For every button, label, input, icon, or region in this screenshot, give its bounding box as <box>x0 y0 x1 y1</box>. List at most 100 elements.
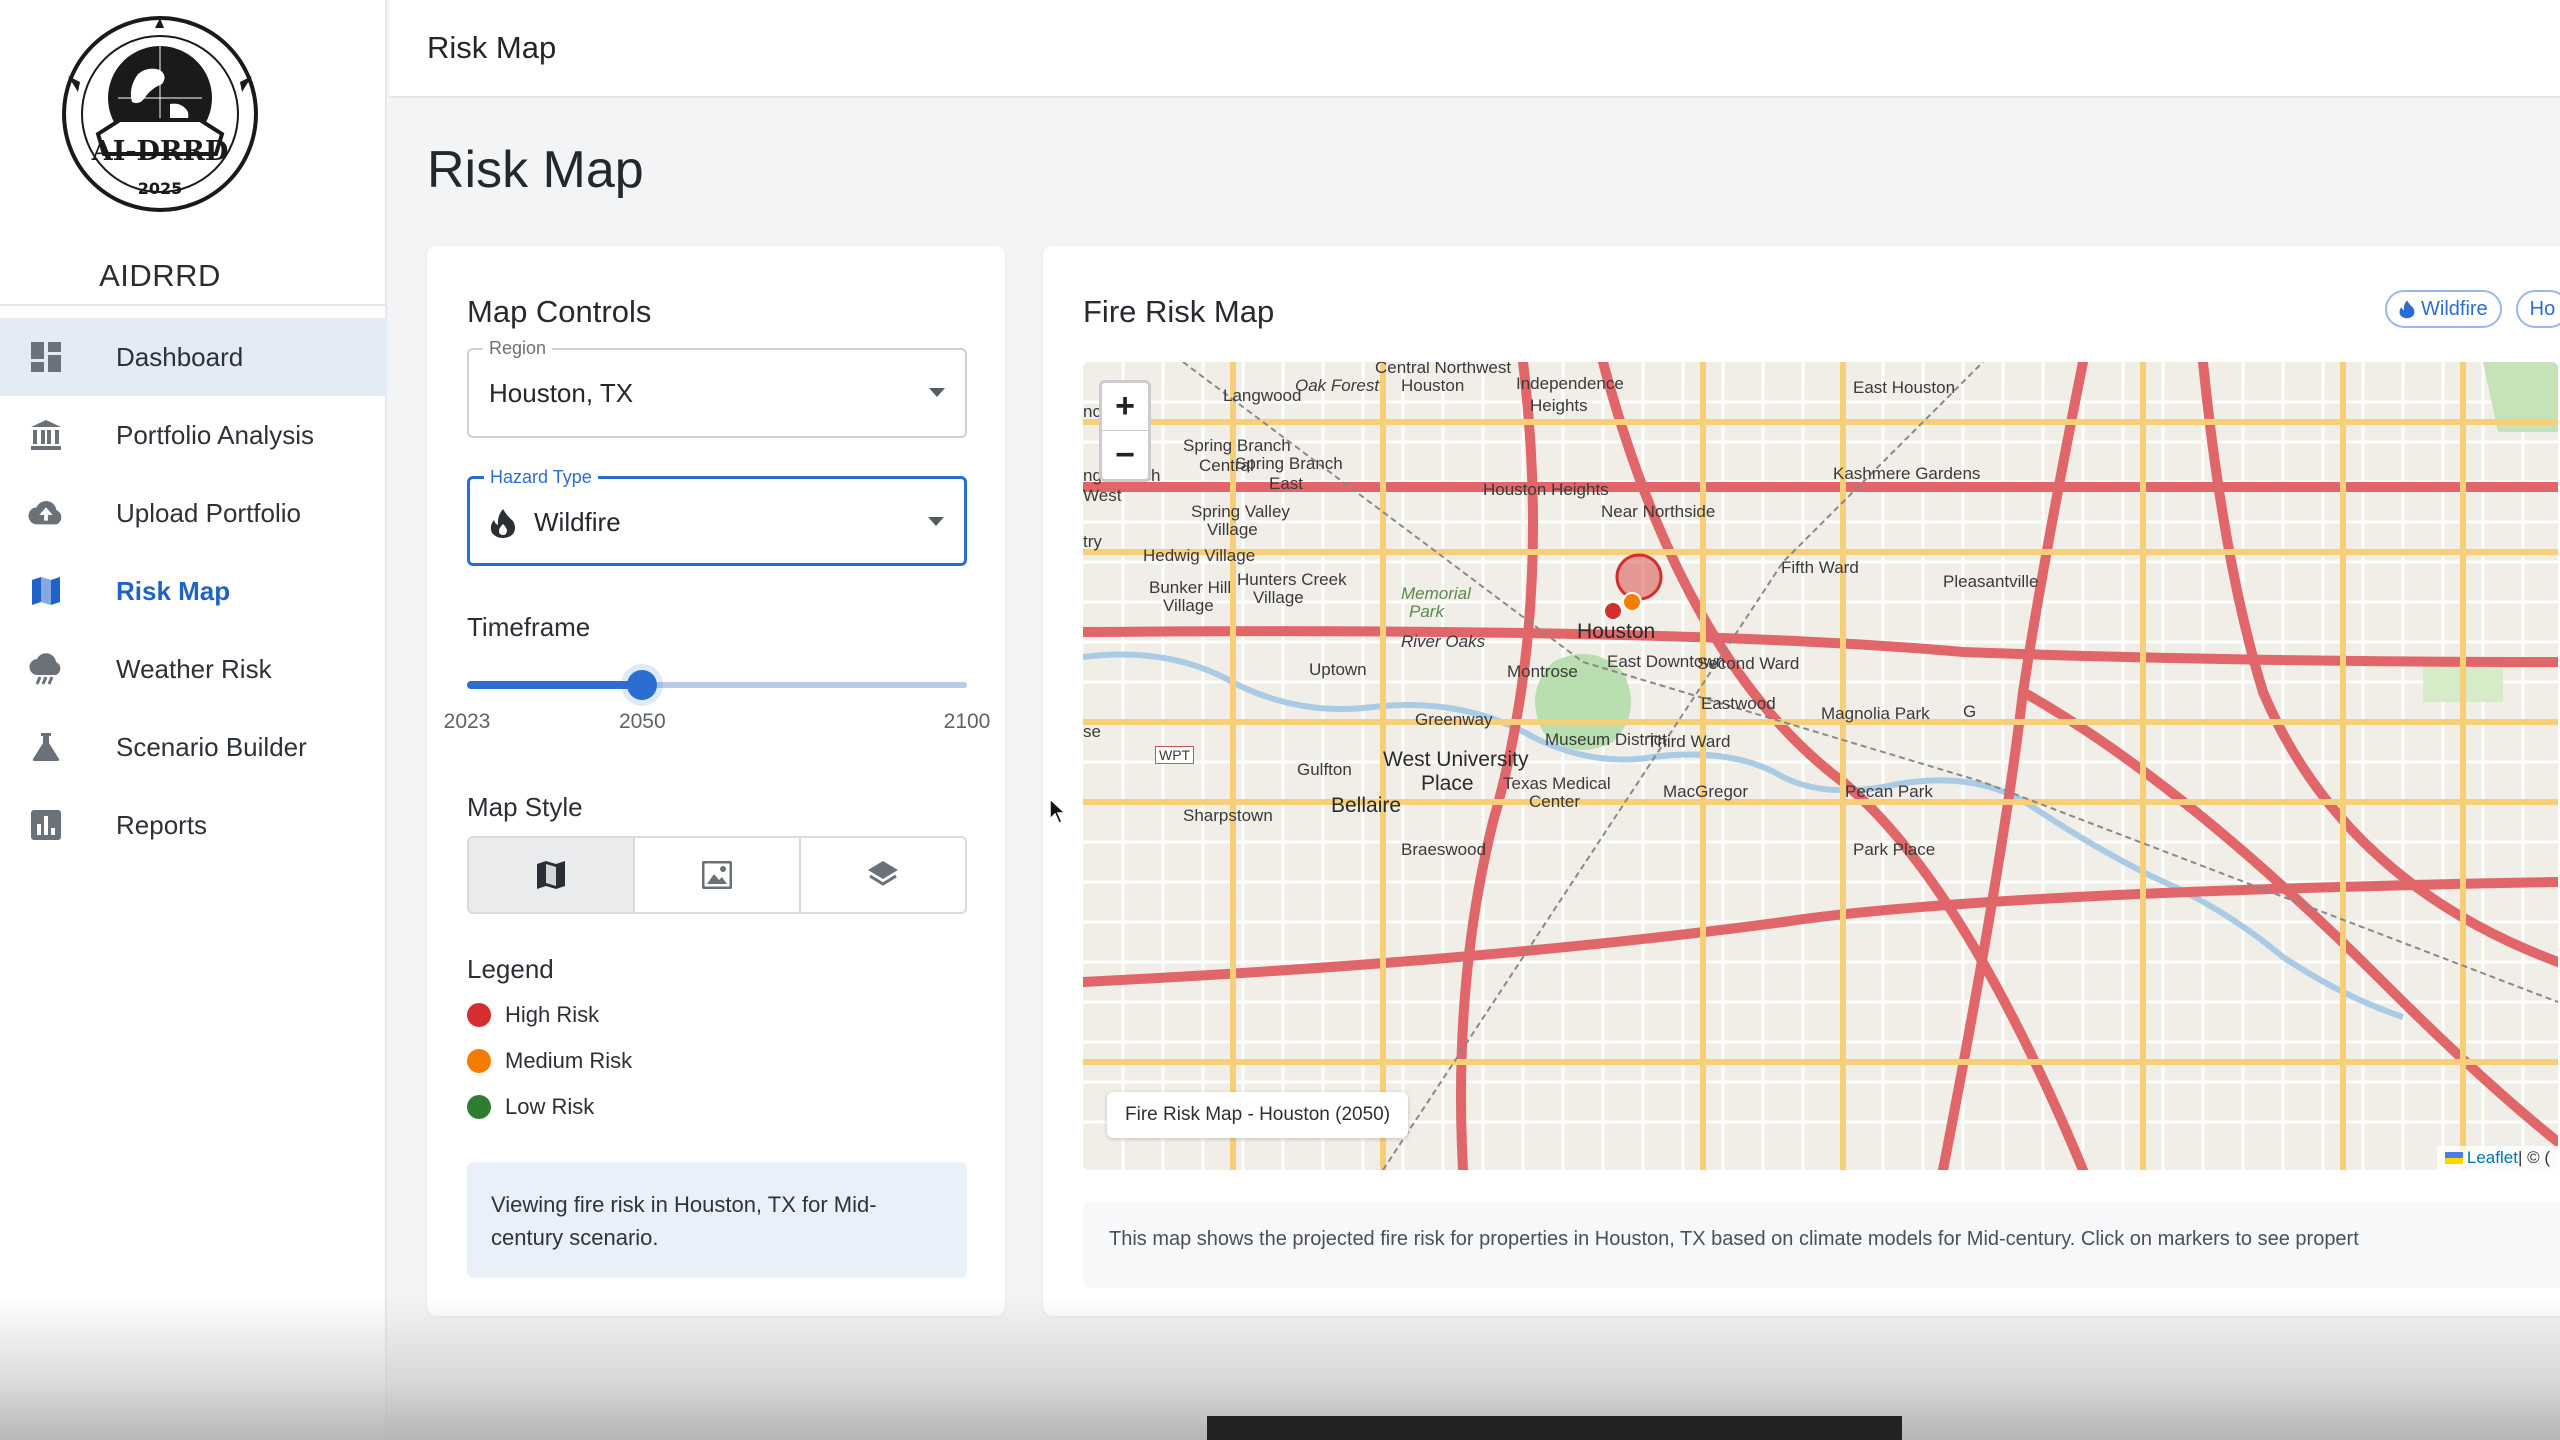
sidebar-item-label: Risk Map <box>116 575 231 606</box>
sidebar-item-scenario-builder[interactable]: Scenario Builder <box>0 708 387 786</box>
slider-thumb[interactable] <box>627 670 658 700</box>
map-style-terrain-button[interactable] <box>801 838 965 912</box>
slider-track <box>467 681 643 689</box>
svg-text:2025: 2025 <box>138 179 183 198</box>
legend-label-high: High Risk <box>505 1002 600 1027</box>
svg-text:AI-DRRD: AI-DRRD <box>91 136 229 167</box>
map-label: Spring Branch <box>1183 436 1291 455</box>
map-label: Near Northside <box>1601 502 1716 521</box>
wildfire-chip-label: Wildfire <box>2421 297 2488 320</box>
map-label: Heights <box>1530 396 1588 415</box>
map-label: Center <box>1529 792 1581 811</box>
timeframe-slider[interactable] <box>467 670 967 700</box>
legend-item-low: Low Risk <box>467 1094 594 1120</box>
sidebar-item-risk-map[interactable]: Risk Map <box>0 552 387 630</box>
zoom-control: + − <box>1099 380 1151 482</box>
map-style-satellite-button[interactable] <box>635 838 801 912</box>
map-label: Uptown <box>1309 660 1367 679</box>
hazard-chips: Wildfire Ho <box>2385 290 2560 328</box>
map-label: Spring Valley <box>1191 502 1290 521</box>
map-controls-card: Map Controls Region Houston, TX Hazard T… <box>427 246 1005 1316</box>
legend-item-medium: Medium Risk <box>467 1048 632 1074</box>
map-label: Memorial <box>1401 584 1471 603</box>
map-label: Park Place <box>1853 840 1936 859</box>
attribution-text: | © ( <box>2517 1148 2550 1167</box>
map-label: Texas Medical <box>1503 774 1611 793</box>
map-label: Second Ward <box>1697 654 1800 673</box>
map-label: East <box>1269 474 1304 493</box>
legend-item-high: High Risk <box>467 1002 599 1028</box>
map-label: se <box>1083 722 1101 741</box>
storm-icon <box>28 651 64 687</box>
legend-label-low: Low Risk <box>505 1094 595 1119</box>
chevron-down-icon <box>929 388 945 397</box>
map-icon <box>28 573 64 609</box>
hazard-type-select[interactable]: Hazard Type Wildfire <box>467 467 967 566</box>
map-label: Montrose <box>1507 662 1578 681</box>
map-controls-heading: Map Controls <box>467 294 652 329</box>
map-label: Houston <box>1401 376 1465 395</box>
map-label: Bellaire <box>1331 794 1402 817</box>
map-label: Third Ward <box>1647 732 1731 751</box>
map-description: This map shows the projected fire risk f… <box>1083 1202 2560 1288</box>
houston-chip[interactable]: Ho <box>2515 290 2560 328</box>
map-label: Oak Forest <box>1295 376 1380 395</box>
map-label: Village <box>1253 588 1304 607</box>
wildfire-chip[interactable]: Wildfire <box>2385 290 2502 328</box>
map-label: Greenway <box>1415 710 1493 729</box>
map-label: Independence <box>1516 374 1624 393</box>
sidebar-item-reports[interactable]: Reports <box>0 786 387 864</box>
scenario-info-alert: Viewing fire risk in Houston, TX for Mid… <box>467 1162 967 1278</box>
sidebar-item-dashboard[interactable]: Dashboard <box>0 318 387 396</box>
map-label: Kashmere Gardens <box>1833 464 1981 483</box>
mouse-cursor-icon <box>1049 798 1067 824</box>
sidebar-nav: Dashboard Portfolio Analysis Upload Port… <box>0 318 387 864</box>
map-label: West University <box>1383 748 1529 771</box>
map-label: Braeswood <box>1401 840 1487 859</box>
map-label: Hedwig Village <box>1143 546 1256 565</box>
ukraine-flag-icon <box>2444 1152 2463 1164</box>
aidrrd-logo: AI-DRRD 2025 <box>62 16 258 212</box>
map-style-street-button[interactable] <box>469 838 635 912</box>
map-label: Bunker Hill <box>1149 578 1232 597</box>
sidebar-item-label: Portfolio Analysis <box>116 419 314 450</box>
flask-icon <box>28 729 64 765</box>
brand-divider <box>0 304 387 306</box>
map-label: Sharpstown <box>1183 806 1273 825</box>
leaflet-link[interactable]: Leaflet <box>2467 1148 2518 1168</box>
layers-icon <box>868 861 898 886</box>
high-risk-dot-icon <box>467 1003 491 1027</box>
map-label: Houston <box>1577 620 1656 643</box>
map-icon <box>537 861 565 889</box>
timeframe-tick-max: 2100 <box>943 710 991 733</box>
map-style-label: Map Style <box>467 792 583 822</box>
leaflet-map[interactable]: Central Northwest Houston Oak Forest Lan… <box>1083 362 2558 1170</box>
sidebar-item-portfolio-analysis[interactable]: Portfolio Analysis <box>0 396 387 474</box>
map-card-heading: Fire Risk Map <box>1083 294 1275 329</box>
sidebar-item-label: Reports <box>116 809 208 840</box>
fire-icon <box>2399 299 2415 319</box>
low-risk-dot-icon <box>467 1095 491 1119</box>
region-value: Houston, TX <box>489 378 634 408</box>
legend-label: Legend <box>467 954 554 984</box>
bar-chart-icon <box>28 807 64 843</box>
zoom-out-button[interactable]: − <box>1102 431 1148 479</box>
hazard-type-label: Hazard Type <box>484 467 598 488</box>
map-label: Pleasantville <box>1943 572 2039 591</box>
top-app-bar: Risk Map <box>389 0 2560 98</box>
sidebar-item-upload-portfolio[interactable]: Upload Portfolio <box>0 474 387 552</box>
sidebar-item-label: Dashboard <box>116 341 244 372</box>
sidebar: AI-DRRD 2025 AIDRRD Dashboard Portfolio … <box>0 0 387 1440</box>
sidebar-item-weather-risk[interactable]: Weather Risk <box>0 630 387 708</box>
map-attribution: Leaflet | © ( <box>2436 1146 2558 1170</box>
houston-chip-label: Ho <box>2529 297 2556 320</box>
map-label: WPT <box>1155 746 1195 764</box>
zoom-in-button[interactable]: + <box>1102 383 1148 431</box>
fire-icon <box>490 508 515 538</box>
sidebar-item-label: Upload Portfolio <box>116 497 301 528</box>
map-label: Village <box>1207 520 1258 539</box>
sidebar-item-label: Weather Risk <box>116 653 272 684</box>
region-select[interactable]: Region Houston, TX <box>467 338 967 438</box>
hazard-type-value: Wildfire <box>534 507 621 537</box>
sidebar-item-label: Scenario Builder <box>116 731 307 762</box>
